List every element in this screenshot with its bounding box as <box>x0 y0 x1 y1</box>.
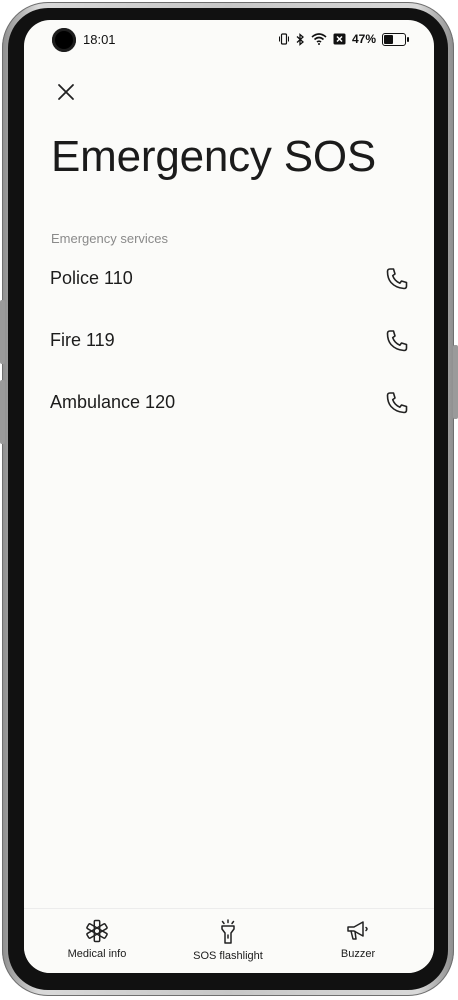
front-camera <box>52 28 76 52</box>
close-button[interactable] <box>50 76 82 108</box>
status-bar: 18:01 47% <box>24 20 434 60</box>
phone-icon[interactable] <box>384 266 410 292</box>
buzzer-button[interactable]: Buzzer <box>303 919 413 960</box>
flashlight-icon <box>221 919 235 944</box>
status-icons: 47% <box>278 31 409 47</box>
service-item-ambulance[interactable]: Ambulance 120 <box>24 376 434 438</box>
service-label: Fire 119 <box>50 330 115 350</box>
x-badge-icon <box>333 33 346 45</box>
bottom-action-bar: Medical info SOS flashlight Buzzer <box>24 908 434 973</box>
medical-info-label: Medical info <box>67 948 127 960</box>
buzzer-label: Buzzer <box>340 948 376 960</box>
sos-flashlight-label: SOS flashlight <box>193 950 263 962</box>
emergency-services-list: Police 110 Fire 119 Ambulance 120 <box>24 252 434 438</box>
volume-button <box>0 300 5 364</box>
power-button <box>453 345 458 419</box>
medical-asterisk-icon <box>86 919 108 943</box>
phone-icon[interactable] <box>384 390 410 416</box>
battery-percent: 47% <box>351 32 376 46</box>
volume-button-lower <box>0 380 5 444</box>
service-item-fire[interactable]: Fire 119 <box>24 314 434 376</box>
vibrate-icon <box>278 33 289 45</box>
screen: 18:01 47% Emergency SOS Emergency servic… <box>24 20 434 973</box>
service-label: Ambulance 120 <box>50 392 176 412</box>
phone-icon[interactable] <box>384 328 410 354</box>
bluetooth-icon <box>296 32 304 46</box>
service-item-police[interactable]: Police 110 <box>24 252 434 314</box>
battery-icon <box>382 32 409 46</box>
medical-info-button[interactable]: Medical info <box>42 919 152 960</box>
section-label-emergency-services: Emergency services <box>51 231 169 246</box>
wifi-icon <box>311 33 327 45</box>
close-icon <box>58 84 74 100</box>
battery-fill <box>384 34 394 44</box>
service-label: Police 110 <box>50 268 133 288</box>
page-title: Emergency SOS <box>51 132 377 181</box>
megaphone-icon <box>347 921 368 940</box>
sos-flashlight-button[interactable]: SOS flashlight <box>173 919 283 962</box>
status-time: 18:01 <box>83 32 116 47</box>
